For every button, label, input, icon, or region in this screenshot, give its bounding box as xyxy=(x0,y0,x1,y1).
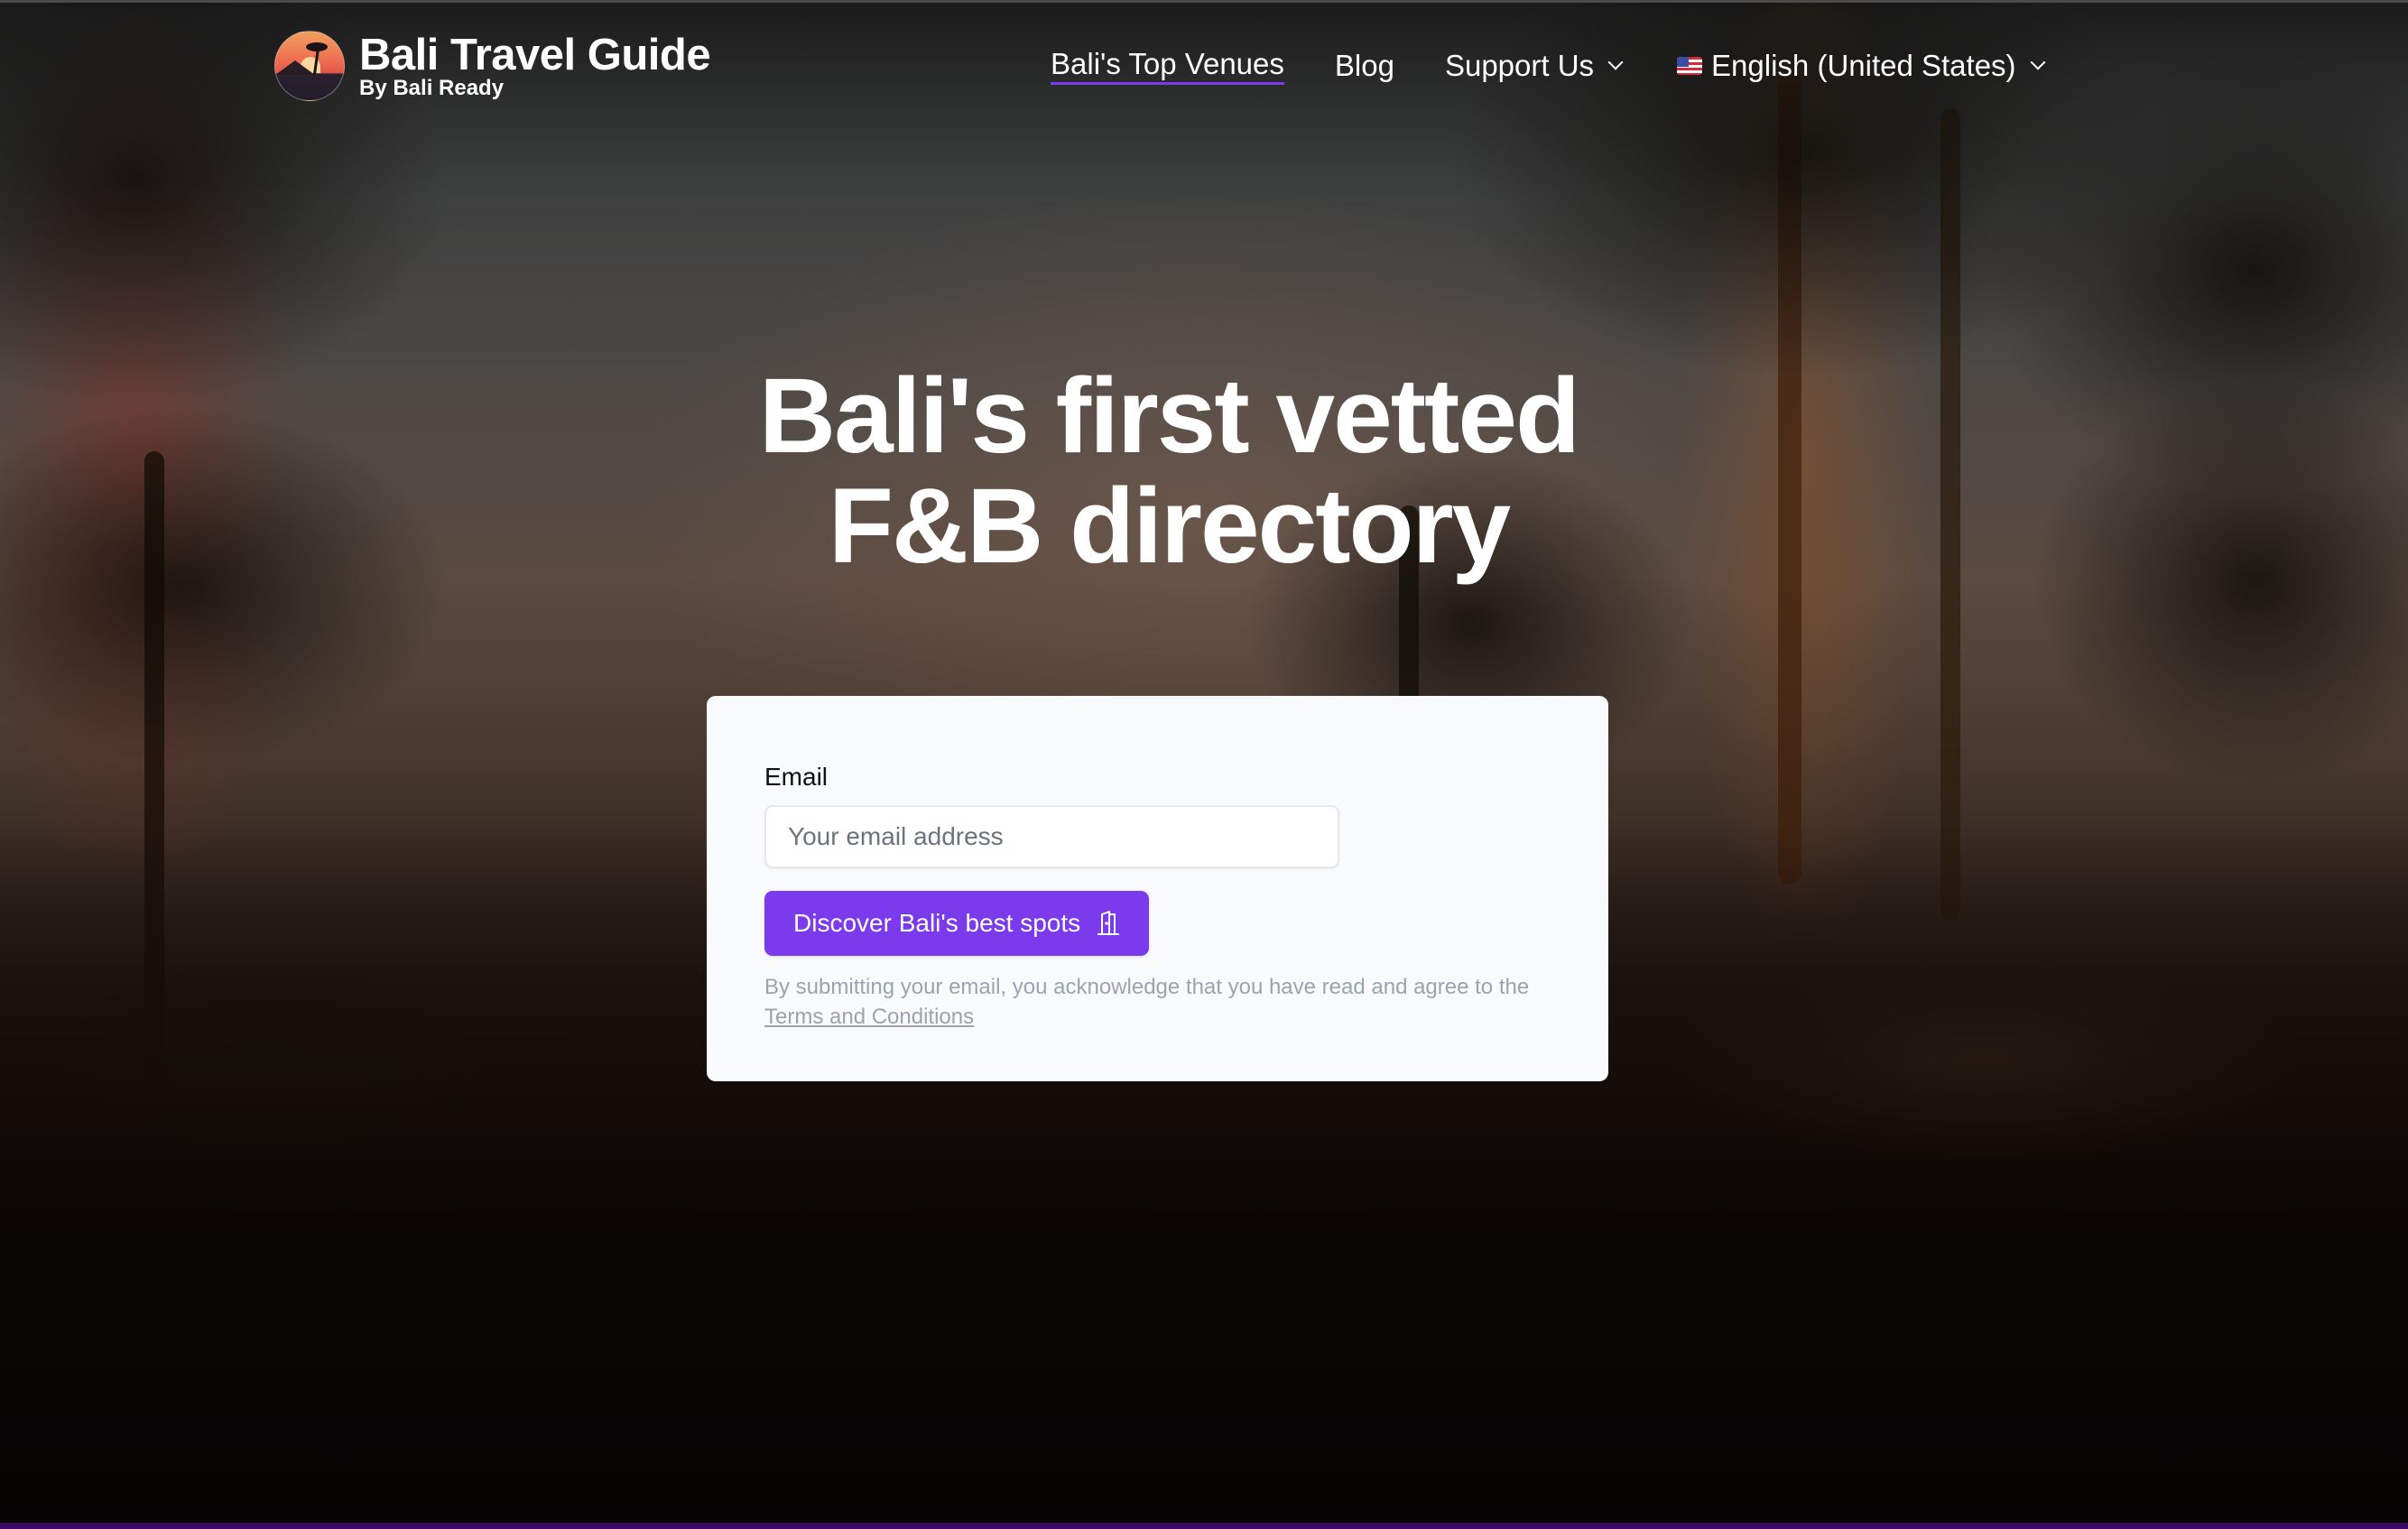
nav-support-us-dropdown[interactable]: Support Us xyxy=(1444,49,1624,83)
nav-top-venues-label: Bali's Top Venues xyxy=(1051,47,1284,80)
terms-disclaimer: By submitting your email, you acknowledg… xyxy=(764,972,1559,1032)
disclaimer-text: By submitting your email, you acknowledg… xyxy=(764,975,1530,999)
headline-line-2: F&B directory xyxy=(828,467,1511,586)
sunset-palm-logo-icon xyxy=(274,31,345,101)
discover-submit-button[interactable]: Discover Bali's best spots xyxy=(764,891,1150,956)
email-label: Email xyxy=(764,763,829,791)
email-input[interactable] xyxy=(764,805,1339,868)
top-border xyxy=(0,0,2408,3)
bottom-accent-strip xyxy=(0,1523,2408,1529)
brand-subtitle: By Bali Ready xyxy=(359,76,505,100)
main-nav: Bali's Top Venues Blog Support Us Englis… xyxy=(1051,47,2046,85)
brand-title: Bali Travel Guide xyxy=(359,31,711,79)
nav-blog-label: Blog xyxy=(1334,49,1394,82)
chevron-down-icon xyxy=(2030,54,2046,70)
open-door-icon xyxy=(1097,911,1120,935)
hero-headline: Bali's first vetted F&B directory xyxy=(0,361,2338,581)
language-label: English (United States) xyxy=(1711,49,2016,82)
headline-line-1: Bali's first vetted xyxy=(758,357,1580,476)
language-selector[interactable]: English (United States) xyxy=(1677,49,2046,83)
chevron-down-icon xyxy=(1607,54,1624,70)
nav-top-venues[interactable]: Bali's Top Venues xyxy=(1051,47,1284,85)
nav-blog[interactable]: Blog xyxy=(1335,49,1394,83)
terms-link[interactable]: Terms and Conditions xyxy=(764,1005,974,1029)
us-flag-icon xyxy=(1677,57,1703,75)
signup-card: Email Discover Bali's best spots By subm… xyxy=(707,696,1608,1081)
nav-support-us-label: Support Us xyxy=(1444,49,1595,82)
discover-button-label: Discover Bali's best spots xyxy=(793,909,1081,937)
brand[interactable]: Bali Travel Guide By Bali Ready xyxy=(274,31,711,101)
